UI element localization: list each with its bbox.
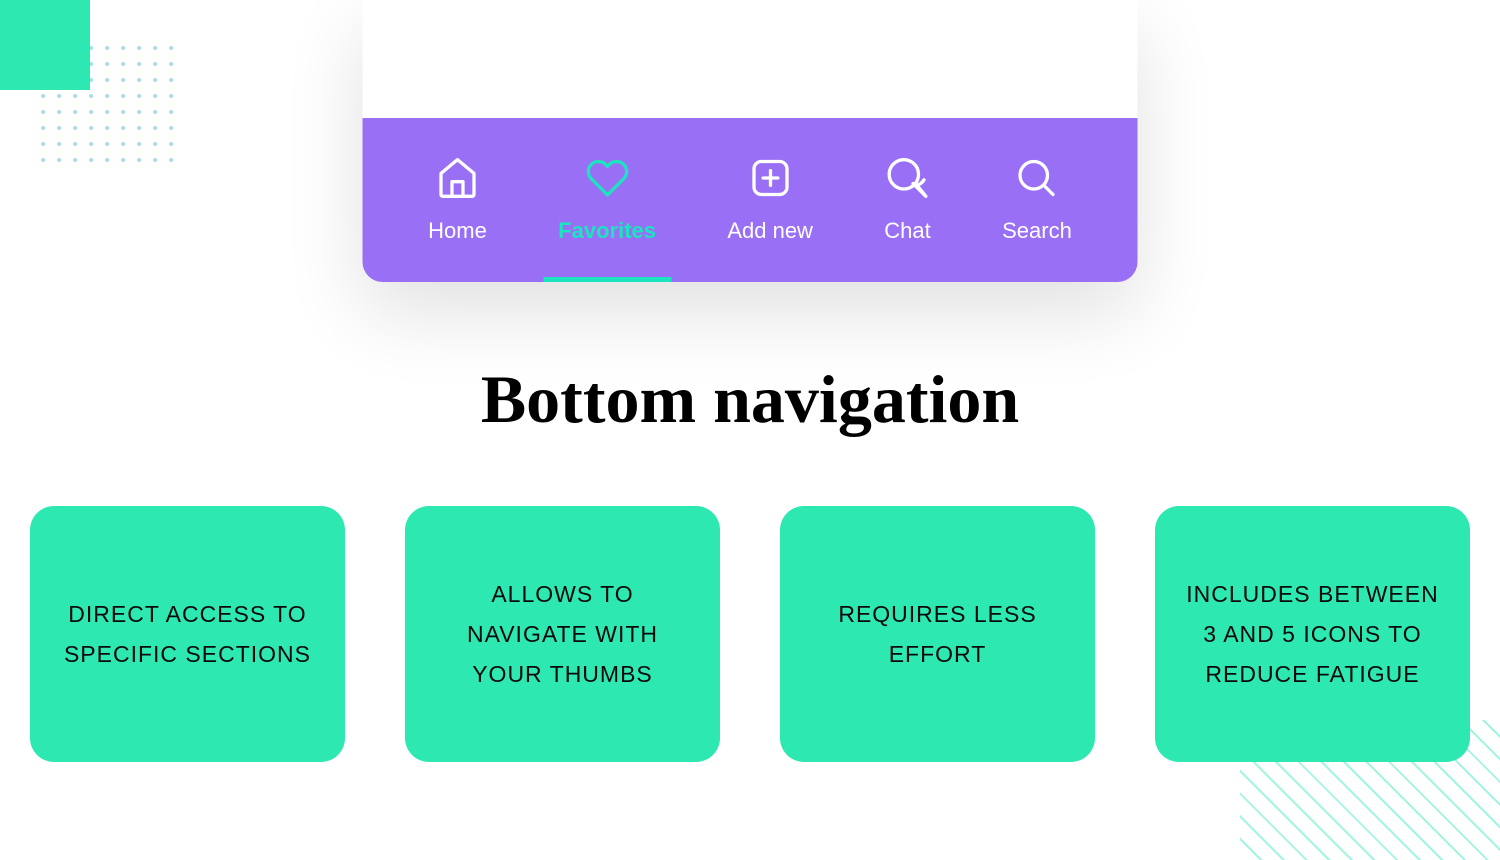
feature-card-text: ALLOWS TO NAVIGATE WITH YOUR THUMBS xyxy=(430,574,695,695)
nav-label-add-new: Add new xyxy=(727,218,813,244)
plus-square-icon xyxy=(748,156,792,200)
nav-item-add-new[interactable]: Add new xyxy=(712,118,828,282)
nav-item-favorites[interactable]: Favorites xyxy=(543,118,671,282)
bottom-navigation-bar: Home Favorites Add new xyxy=(363,118,1138,282)
nav-item-search[interactable]: Search xyxy=(987,118,1087,282)
feature-card-text: INCLUDES BETWEEN 3 AND 5 ICONS TO REDUCE… xyxy=(1180,574,1445,695)
phone-mockup: Home Favorites Add new xyxy=(363,0,1138,282)
nav-item-home[interactable]: Home xyxy=(413,118,502,282)
feature-cards-row: DIRECT ACCESS TO SPECIFIC SECTIONS ALLOW… xyxy=(30,506,1470,762)
home-icon xyxy=(436,156,480,200)
chat-icon xyxy=(886,156,930,200)
feature-card: INCLUDES BETWEEN 3 AND 5 ICONS TO REDUCE… xyxy=(1155,506,1470,762)
feature-card-text: REQUIRES LESS EFFORT xyxy=(805,594,1070,675)
feature-card: ALLOWS TO NAVIGATE WITH YOUR THUMBS xyxy=(405,506,720,762)
feature-card: REQUIRES LESS EFFORT xyxy=(780,506,1095,762)
search-icon xyxy=(1015,156,1059,200)
page-title: Bottom navigation xyxy=(481,360,1019,439)
nav-label-home: Home xyxy=(428,218,487,244)
decoration-square xyxy=(0,0,90,90)
feature-card: DIRECT ACCESS TO SPECIFIC SECTIONS xyxy=(30,506,345,762)
nav-label-chat: Chat xyxy=(884,218,930,244)
nav-label-favorites: Favorites xyxy=(558,218,656,244)
heart-icon xyxy=(585,156,629,200)
feature-card-text: DIRECT ACCESS TO SPECIFIC SECTIONS xyxy=(55,594,320,675)
nav-item-chat[interactable]: Chat xyxy=(869,118,945,282)
nav-label-search: Search xyxy=(1002,218,1072,244)
